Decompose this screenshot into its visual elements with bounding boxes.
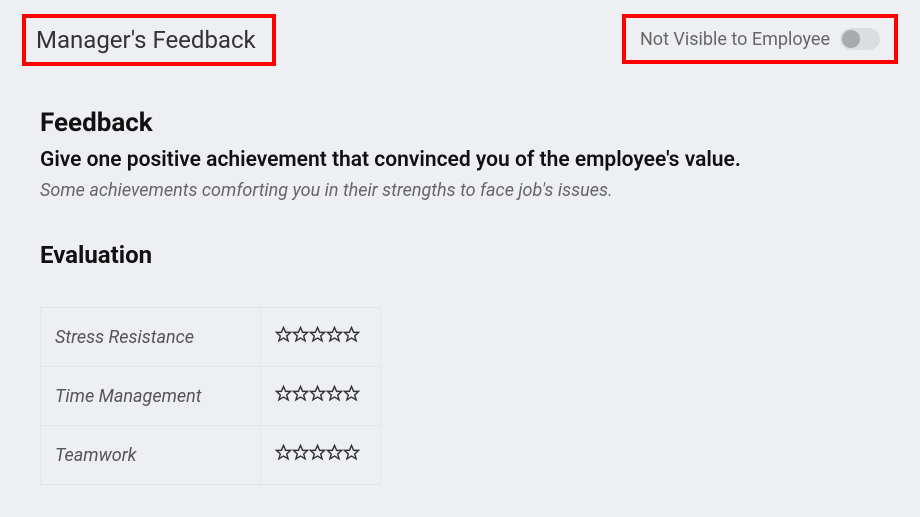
section-title-highlight: Manager's Feedback [22, 14, 276, 66]
feedback-hint: Some achievements comforting you in thei… [40, 180, 880, 201]
star-icon[interactable] [326, 444, 343, 466]
star-icon[interactable] [275, 385, 292, 407]
feedback-heading: Feedback [40, 108, 880, 138]
evaluation-rating[interactable] [261, 426, 381, 485]
evaluation-rating[interactable] [261, 367, 381, 426]
star-icon[interactable] [343, 444, 360, 466]
feedback-question: Give one positive achievement that convi… [40, 148, 880, 172]
header-row: Manager's Feedback Not Visible to Employ… [0, 0, 920, 28]
star-rating[interactable] [275, 385, 366, 407]
table-row: Time Management [41, 367, 381, 426]
evaluation-heading: Evaluation [40, 241, 880, 269]
star-icon[interactable] [275, 326, 292, 348]
visibility-label: Not Visible to Employee [640, 29, 830, 50]
star-icon[interactable] [292, 385, 309, 407]
star-icon[interactable] [309, 326, 326, 348]
evaluation-rating[interactable] [261, 308, 381, 367]
star-rating[interactable] [275, 444, 366, 466]
visibility-highlight: Not Visible to Employee [622, 14, 898, 64]
toggle-knob [842, 30, 860, 48]
star-rating[interactable] [275, 326, 366, 348]
evaluation-criteria-label: Teamwork [41, 426, 261, 485]
table-row: Teamwork [41, 426, 381, 485]
star-icon[interactable] [343, 326, 360, 348]
content-area: Feedback Give one positive achievement t… [0, 28, 920, 485]
table-row: Stress Resistance [41, 308, 381, 367]
star-icon[interactable] [326, 326, 343, 348]
star-icon[interactable] [343, 385, 360, 407]
evaluation-criteria-label: Stress Resistance [41, 308, 261, 367]
star-icon[interactable] [292, 326, 309, 348]
star-icon[interactable] [292, 444, 309, 466]
star-icon[interactable] [326, 385, 343, 407]
section-title: Manager's Feedback [36, 26, 256, 54]
evaluation-criteria-label: Time Management [41, 367, 261, 426]
evaluation-table: Stress ResistanceTime ManagementTeamwork [40, 307, 381, 485]
star-icon[interactable] [275, 444, 292, 466]
star-icon[interactable] [309, 444, 326, 466]
star-icon[interactable] [309, 385, 326, 407]
visibility-toggle[interactable] [840, 28, 880, 50]
